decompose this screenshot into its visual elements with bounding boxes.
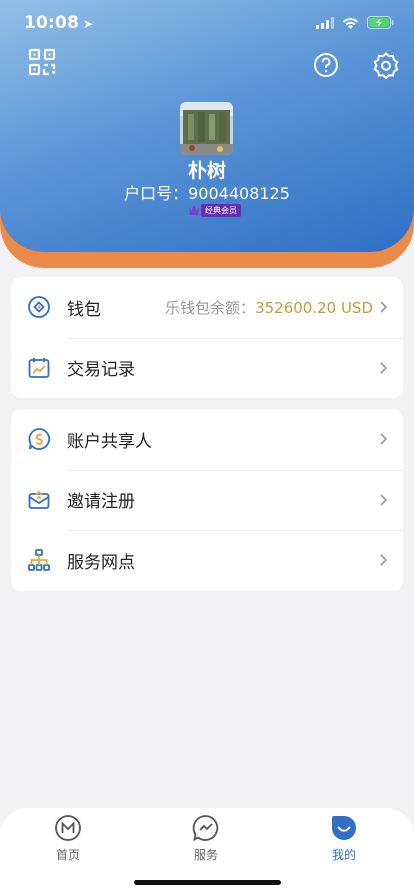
invite-envelope-icon: [28, 490, 50, 509]
wallet-card: 钱包 乐钱包余额：352600.20 USD 交易记录: [11, 277, 403, 398]
wallet-balance: 乐钱包余额：352600.20 USD: [165, 297, 373, 318]
chevron-right-icon: [380, 494, 388, 506]
mine-smile-icon: [332, 816, 356, 840]
account-number-line: 户口号：9004408125: [0, 180, 414, 204]
status-time-text: 10:08: [24, 13, 80, 33]
badge-text: 经典会员: [201, 203, 241, 217]
network-icon: [28, 549, 50, 572]
status-time: 10:08 ➤: [24, 13, 93, 33]
account-number: 9004408125: [188, 184, 290, 203]
user-name: 朴树: [187, 160, 226, 182]
invite-row[interactable]: 邀请注册: [11, 469, 403, 531]
chevron-right-icon: [380, 362, 388, 374]
wallet-label: 钱包: [67, 299, 101, 320]
wifi-icon: [343, 17, 358, 29]
transactions-row[interactable]: 交易记录: [11, 337, 403, 399]
home-m-icon: [55, 815, 81, 841]
account-label: 户口号：: [124, 184, 189, 203]
tab-home[interactable]: 首页: [28, 814, 108, 863]
tab-mine-label: 我的: [331, 848, 356, 862]
crown-icon: [189, 205, 199, 215]
service-chat-icon: [192, 815, 219, 842]
member-badge: 经典会员: [188, 203, 241, 217]
chevron-right-icon: [380, 301, 388, 313]
shared-account-row[interactable]: 账户共享人: [11, 409, 403, 470]
tab-service-label: 服务: [193, 848, 218, 862]
wallet-balance-value: 352600.20 USD: [255, 298, 373, 317]
profile-header: 10:08 ➤ 朴树 户口号：9004408125 经典会员: [0, 0, 414, 252]
location-arrow-icon: ➤: [83, 17, 94, 31]
tab-mine[interactable]: 我的: [304, 814, 384, 863]
chevron-right-icon: [380, 554, 388, 567]
status-icons: [316, 16, 394, 29]
signal-icon: [316, 16, 334, 29]
service-outlets-row[interactable]: 服务网点: [11, 530, 403, 591]
wallet-balance-label: 乐钱包余额：: [165, 298, 256, 317]
transactions-label: 交易记录: [67, 360, 135, 381]
service-outlets-label: 服务网点: [67, 552, 135, 573]
battery-icon: [367, 16, 394, 29]
service-card: 账户共享人 邀请注册 服务网点: [11, 409, 403, 591]
status-bar: 10:08 ➤: [0, 0, 414, 48]
screen: 10:08 ➤ 朴树 户口号：9004408125 经典会员 钱包 乐钱包余额：…: [0, 0, 414, 896]
help-icon[interactable]: [313, 52, 339, 78]
wallet-icon: [28, 296, 50, 319]
avatar[interactable]: [180, 102, 233, 155]
shared-account-label: 账户共享人: [67, 431, 152, 452]
wallet-row[interactable]: 钱包 乐钱包余额：352600.20 USD: [11, 277, 403, 338]
chevron-right-icon: [380, 433, 388, 445]
tab-service[interactable]: 服务: [166, 814, 246, 863]
invite-label: 邀请注册: [67, 492, 135, 513]
tab-home-label: 首页: [55, 848, 80, 862]
qr-scan-icon[interactable]: [28, 48, 56, 76]
home-indicator: [134, 880, 281, 885]
share-account-icon: [28, 428, 51, 451]
settings-icon[interactable]: [372, 51, 400, 79]
chart-calendar-icon: [28, 357, 50, 378]
